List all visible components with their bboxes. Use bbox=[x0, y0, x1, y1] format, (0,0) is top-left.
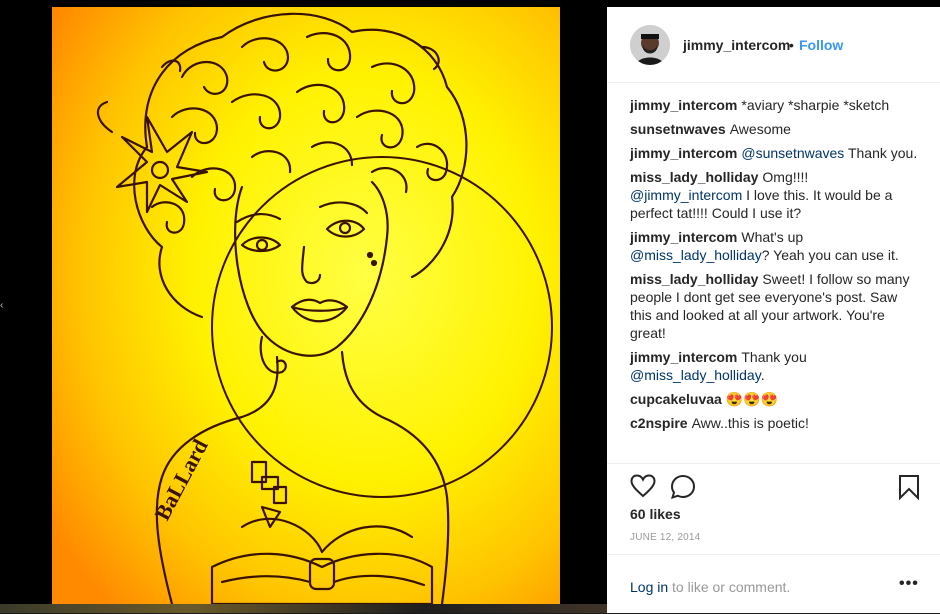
login-prompt: Log in to like or comment. bbox=[630, 579, 790, 595]
avatar-image bbox=[630, 25, 670, 65]
avatar[interactable] bbox=[630, 25, 670, 65]
comment-item: jimmy_intercom Thank you @miss_lady_holli… bbox=[630, 348, 920, 384]
prev-arrow-icon[interactable]: ‹ bbox=[0, 300, 4, 316]
comment-item: jimmy_intercom @sunsetnwaves Thank you. bbox=[630, 144, 920, 162]
comment-text: *aviary *sharpie *sketch bbox=[741, 97, 890, 113]
comment-item: c2nspire Aww..this is poetic! bbox=[630, 414, 920, 432]
comment-item: cupcakeluvaa 😍😍😍 bbox=[630, 390, 920, 408]
comment-text: What's up bbox=[741, 229, 804, 245]
comment-username[interactable]: jimmy_intercom bbox=[630, 349, 737, 365]
login-prompt-text: to like or comment. bbox=[668, 579, 791, 595]
comment-item: jimmy_intercom *aviary *sharpie *sketch bbox=[630, 96, 920, 114]
comment-username[interactable]: miss_lady_holliday bbox=[630, 271, 758, 287]
comment-item: miss_lady_holliday Sweet! I follow so man… bbox=[630, 270, 920, 342]
comment-text: ? Yeah you can use it. bbox=[761, 247, 899, 263]
comment-text: Awesome bbox=[729, 121, 791, 137]
heart-icon[interactable] bbox=[630, 474, 656, 503]
likes-count[interactable]: 60 likes bbox=[630, 506, 681, 522]
follow-button[interactable]: Follow bbox=[799, 37, 843, 53]
comment-mention-link[interactable]: @sunsetnwaves bbox=[741, 145, 844, 161]
comment-mention-link[interactable]: @jimmy_intercom bbox=[630, 187, 742, 203]
comments-list[interactable]: jimmy_intercom *aviary *sharpie *sketch su… bbox=[630, 96, 920, 438]
more-options-icon[interactable]: ••• bbox=[899, 575, 919, 593]
comment-text: Thank you. bbox=[844, 145, 918, 161]
post-date[interactable]: JUNE 12, 2014 bbox=[630, 532, 700, 543]
comment-item: sunsetnwaves Awesome bbox=[630, 120, 920, 138]
comment-text: Omg!!!! bbox=[762, 169, 809, 185]
post-actions-bar bbox=[607, 463, 940, 501]
comment-username[interactable]: miss_lady_holliday bbox=[630, 169, 758, 185]
comment-text: 😍😍😍 bbox=[725, 391, 779, 407]
comment-mention-link[interactable]: @miss_lady_holliday bbox=[630, 367, 761, 383]
post-author-username[interactable]: jimmy_intercom bbox=[683, 37, 790, 53]
comment-username[interactable]: jimmy_intercom bbox=[630, 97, 737, 113]
comment-username[interactable]: jimmy_intercom bbox=[630, 145, 737, 161]
post-header: jimmy_intercom • Follow bbox=[607, 7, 940, 83]
comment-text: Aww..this is poetic! bbox=[691, 415, 809, 431]
comment-username[interactable]: sunsetnwaves bbox=[630, 121, 726, 137]
comment-text: . bbox=[760, 367, 765, 383]
comment-item: jimmy_intercom What's up @miss_lady_holli… bbox=[630, 228, 920, 264]
login-link[interactable]: Log in bbox=[630, 579, 668, 595]
bookmark-icon[interactable] bbox=[898, 474, 920, 505]
post-image[interactable]: BaLLard bbox=[52, 7, 560, 604]
separator-dot: • bbox=[789, 37, 794, 53]
post-side-panel: jimmy_intercom • Follow jimmy_intercom *a… bbox=[607, 7, 940, 613]
comment-text: Thank you bbox=[741, 349, 807, 365]
comment-icon[interactable] bbox=[670, 474, 696, 505]
artwork-illustration: BaLLard bbox=[52, 7, 560, 604]
comment-mention-link[interactable]: @miss_lady_holliday bbox=[630, 247, 762, 263]
post-footer: Log in to like or comment. ••• bbox=[607, 554, 940, 614]
comment-username[interactable]: jimmy_intercom bbox=[630, 229, 737, 245]
comment-username[interactable]: c2nspire bbox=[630, 415, 688, 431]
comment-username[interactable]: cupcakeluvaa bbox=[630, 391, 722, 407]
comment-item: miss_lady_holliday Omg!!!! @jimmy_interco… bbox=[630, 168, 920, 222]
instagram-post-modal: ‹ BaLLard jimmy_intercom • Follow jimmy_… bbox=[0, 0, 940, 613]
